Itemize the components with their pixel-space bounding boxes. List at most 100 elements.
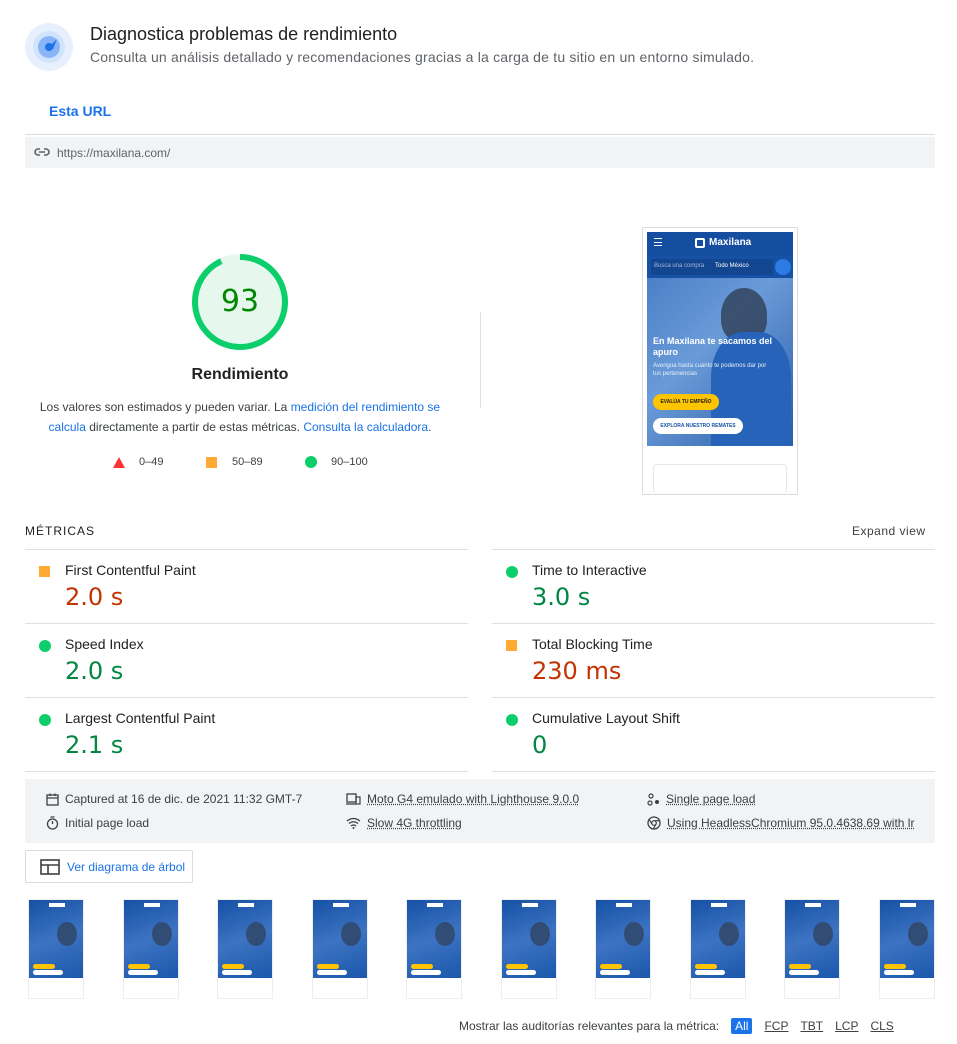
- metric-name: Largest Contentful Paint: [65, 710, 216, 726]
- pagespeed-gauge-icon: [25, 23, 73, 71]
- screenshot-headline: En Maxilana te sacamos del apuro: [653, 336, 773, 357]
- screenshot-logo: Maxilana: [709, 237, 752, 248]
- pass-circle-icon: [39, 640, 51, 652]
- metric-fcp: First Contentful Paint 2.0 s: [25, 550, 468, 624]
- metric-tti: Time to Interactive 3.0 s: [492, 550, 935, 624]
- pass-circle-icon: [39, 714, 51, 726]
- screenshot-search-placeholder: Busca una compra: [654, 263, 705, 269]
- legend-range: 90–100: [331, 456, 368, 468]
- legend-range: 50–89: [232, 456, 263, 468]
- score-value: 93: [220, 284, 260, 319]
- browser-text: Using HeadlessChromium 95.0.4638.69 with…: [667, 816, 915, 830]
- metric-cls: Cumulative Layout Shift 0: [492, 698, 935, 772]
- final-screenshot[interactable]: Maxilana Busca una compra Todo México En…: [642, 227, 798, 495]
- filmstrip-frame: [122, 899, 179, 999]
- metric-name: Speed Index: [65, 636, 144, 652]
- treemap-label: Ver diagrama de árbol: [67, 860, 186, 874]
- metric-value: 2.0 s: [65, 657, 124, 685]
- link-icon: [34, 148, 50, 156]
- legend-range: 0–49: [139, 456, 164, 468]
- desc-text: Los valores son estimados y pueden varia…: [39, 400, 291, 414]
- page-title: Diagnostica problemas de rendimiento: [90, 24, 398, 44]
- captured-text: Captured at 16 de dic. de 2021 11:32 GMT…: [65, 792, 303, 806]
- desc-text-end: .: [428, 420, 432, 434]
- view-treemap-button[interactable]: Ver diagrama de árbol: [25, 850, 193, 883]
- emulated-device[interactable]: Moto G4 emulado with Lighthouse 9.0.0: [346, 792, 579, 806]
- filter-cls[interactable]: CLS: [870, 1019, 893, 1033]
- metric-name: Time to Interactive: [532, 562, 647, 578]
- metric-lcp: Largest Contentful Paint 2.1 s: [25, 698, 468, 772]
- metrics-heading: MÉTRICAS: [25, 524, 96, 538]
- metric-speed-index: Speed Index 2.0 s: [25, 624, 468, 698]
- metric-name: First Contentful Paint: [65, 562, 196, 578]
- filmstrip-frame: [28, 899, 84, 999]
- score-label: Rendimiento: [191, 366, 289, 383]
- metric-value: 2.1 s: [65, 731, 124, 759]
- screenshot-subline: Averigua hasta cuánto te podemos dar por…: [653, 363, 767, 377]
- filmstrip-frame: [595, 899, 651, 999]
- session-text: Single page load: [666, 792, 756, 806]
- screenshot-location: Todo México: [715, 263, 749, 269]
- metric-value: 0: [532, 731, 548, 759]
- metric-tbt: Total Blocking Time 230 ms: [492, 624, 935, 698]
- url-bar: https://maxilana.com/: [25, 137, 935, 168]
- filter-fcp[interactable]: FCP: [764, 1019, 788, 1033]
- legend-item-average: 50–89: [206, 456, 263, 468]
- session-type[interactable]: Single page load: [647, 792, 755, 806]
- filmstrip-frame: [406, 899, 462, 999]
- device-icon: [346, 793, 361, 805]
- screenshot-secondary-button: EXPLORA NUESTRO REMATES: [653, 418, 743, 434]
- filmstrip-frame: [311, 899, 368, 999]
- filter-lcp[interactable]: LCP: [835, 1019, 858, 1033]
- vertical-divider: [480, 312, 481, 408]
- metric-value: 230 ms: [532, 657, 622, 685]
- tab-esta-url[interactable]: Esta URL: [49, 103, 111, 119]
- score-description: Los valores son estimados y pueden varia…: [32, 397, 448, 437]
- desc-text-middle: directamente a partir de estas métricas.: [85, 420, 304, 434]
- single-load-icon: [647, 792, 659, 806]
- initial-load: Initial page load: [46, 816, 149, 830]
- page-subtitle: Consulta un análisis detallado y recomen…: [90, 49, 755, 65]
- load-text: Initial page load: [65, 816, 150, 830]
- orange-square-icon: [206, 456, 217, 468]
- timer-icon: [46, 816, 59, 830]
- audit-metric-filter: Mostrar las auditorías relevantes para l…: [459, 1018, 906, 1034]
- filter-label: Mostrar las auditorías relevantes para l…: [459, 1019, 720, 1033]
- metric-value: 3.0 s: [532, 583, 591, 611]
- green-circle-icon: [305, 456, 317, 468]
- legend-item-fail: 0–49: [113, 456, 163, 468]
- filmstrip-frame: [784, 899, 840, 999]
- filmstrip-frame: [689, 899, 746, 999]
- maxilana-logo-icon: [695, 238, 705, 248]
- expand-view-toggle[interactable]: Expand view: [852, 524, 926, 538]
- screenshot-search: Busca una compra Todo México: [651, 259, 773, 275]
- screenshot-search-icon: [775, 259, 791, 275]
- average-square-icon: [506, 640, 517, 651]
- metric-divider: [492, 771, 935, 772]
- device-text: Moto G4 emulado with Lighthouse 9.0.0: [367, 792, 580, 806]
- runtime-settings: Captured at 16 de dic. de 2021 11:32 GMT…: [25, 779, 935, 843]
- filter-all[interactable]: All: [731, 1018, 753, 1034]
- network-throttling[interactable]: Slow 4G throttling: [346, 816, 462, 830]
- menu-icon: [654, 238, 662, 246]
- average-square-icon: [39, 566, 50, 577]
- legend-item-pass: 90–100: [305, 456, 368, 468]
- pass-circle-icon: [506, 566, 518, 578]
- calendar-icon: [46, 793, 59, 806]
- filter-tbt[interactable]: TBT: [800, 1019, 823, 1033]
- filmstrip-frame: [878, 899, 935, 999]
- wifi-icon: [346, 817, 361, 829]
- screenshot-image: Maxilana Busca una compra Todo México En…: [647, 232, 793, 446]
- throttling-text: Slow 4G throttling: [367, 816, 462, 830]
- browser-version[interactable]: Using HeadlessChromium 95.0.4638.69 with…: [647, 816, 914, 830]
- metric-name: Total Blocking Time: [532, 636, 653, 652]
- screenshot-card: [653, 464, 787, 494]
- pass-circle-icon: [506, 714, 518, 726]
- filmstrip-frame: [217, 899, 273, 999]
- metric-name: Cumulative Layout Shift: [532, 710, 680, 726]
- treemap-icon: [40, 859, 60, 875]
- filmstrip-frame: [500, 899, 557, 999]
- red-triangle-icon: [113, 456, 125, 468]
- calculator-link[interactable]: Consulta la calculadora: [303, 420, 428, 434]
- screenshot-primary-button: EVALÚA TU EMPEÑO: [653, 394, 719, 410]
